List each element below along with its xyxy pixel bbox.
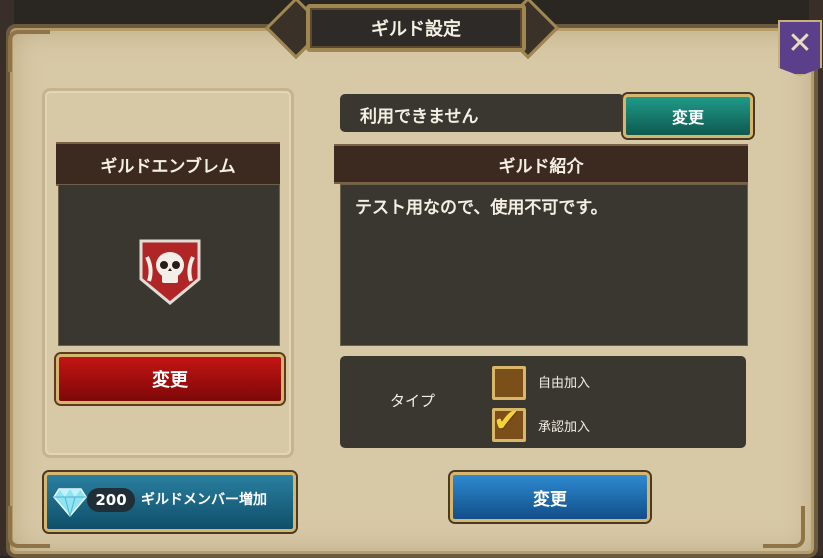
guild-name-status-text: 利用できません bbox=[360, 107, 479, 127]
title-plate: ギルド設定 bbox=[262, 0, 562, 60]
introduction-textarea[interactable]: テスト用なので、使用不可です。 bbox=[340, 184, 748, 346]
approval-join-checkbox[interactable]: ✔ bbox=[492, 401, 526, 442]
confirm-change-button[interactable]: 変更 bbox=[450, 472, 650, 522]
join-type-label: タイプ bbox=[390, 392, 436, 410]
join-type-section: タイプ 自由加入 ✔ 承認加入 bbox=[340, 356, 746, 448]
panel-corner-ornament bbox=[8, 30, 50, 72]
emblem-change-button[interactable]: 変更 bbox=[56, 354, 284, 404]
skull-emblem-icon bbox=[139, 239, 201, 305]
checkmark-icon: ✔ bbox=[493, 401, 520, 439]
close-button[interactable]: ✕ bbox=[778, 20, 822, 76]
emblem-preview bbox=[58, 184, 280, 346]
free-join-label: 自由加入 bbox=[538, 376, 591, 391]
diamond-gem-icon bbox=[53, 488, 87, 517]
window-title: ギルド設定 bbox=[306, 4, 526, 52]
approval-join-label: 承認加入 bbox=[538, 420, 591, 435]
introduction-text: テスト用なので、使用不可です。 bbox=[355, 198, 608, 218]
free-join-checkbox[interactable] bbox=[492, 366, 526, 400]
introduction-title: ギルド紹介 bbox=[334, 144, 748, 184]
member-increase-button[interactable]: 200 ギルドメンバー増加 bbox=[44, 472, 296, 532]
member-increase-label: ギルドメンバー増加 bbox=[141, 492, 267, 508]
guild-name-change-button[interactable]: 変更 bbox=[623, 94, 753, 138]
close-icon: ✕ bbox=[787, 26, 813, 61]
emblem-title: ギルドエンブレム bbox=[56, 142, 280, 186]
member-cost: 200 bbox=[87, 488, 135, 512]
guild-name-status: 利用できません bbox=[340, 94, 624, 132]
